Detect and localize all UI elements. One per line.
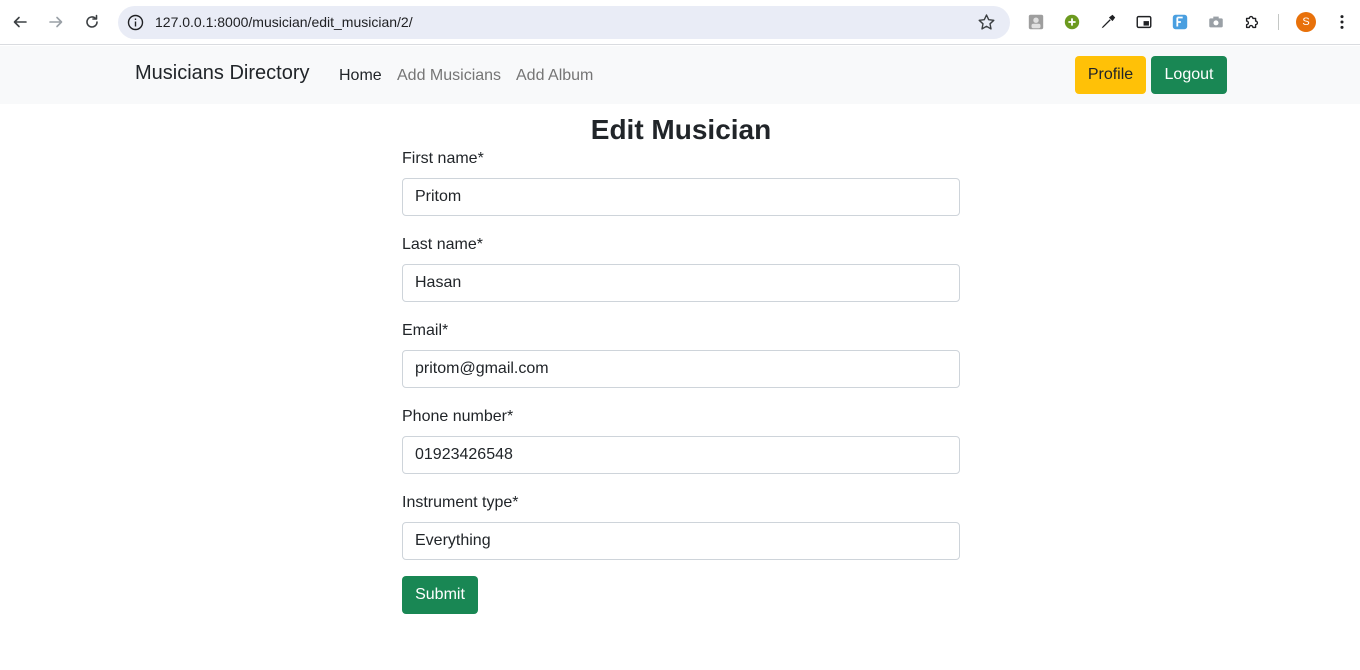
- submit-button[interactable]: Submit: [402, 576, 478, 614]
- extension-avatar-icon[interactable]: [1026, 12, 1046, 32]
- menu-kebab-icon[interactable]: [1332, 12, 1352, 32]
- forward-icon[interactable]: [44, 10, 68, 34]
- first-name-label: First name*: [402, 150, 484, 167]
- first-name-input[interactable]: [402, 178, 960, 216]
- bookmark-star-icon[interactable]: [977, 13, 996, 32]
- extension-f-icon[interactable]: [1170, 12, 1190, 32]
- url-text: 127.0.0.1:8000/musician/edit_musician/2/: [155, 14, 413, 30]
- app-navbar: Musicians Directory Home Add Musicians A…: [0, 46, 1360, 104]
- reload-icon[interactable]: [80, 10, 104, 34]
- profile-button[interactable]: Profile: [1075, 56, 1146, 94]
- logout-button[interactable]: Logout: [1151, 56, 1227, 94]
- eyedropper-icon[interactable]: [1098, 12, 1118, 32]
- email-input[interactable]: [402, 350, 960, 388]
- nav-link-add-musicians[interactable]: Add Musicians: [397, 67, 501, 85]
- picture-in-picture-icon[interactable]: [1134, 12, 1154, 32]
- instrument-type-label: Instrument type*: [402, 494, 519, 511]
- extensions-puzzle-icon[interactable]: [1242, 12, 1262, 32]
- toolbar-separator: [1278, 14, 1279, 30]
- camera-icon[interactable]: [1206, 12, 1226, 32]
- profile-avatar[interactable]: S: [1296, 12, 1316, 32]
- site-info-icon[interactable]: [127, 14, 144, 31]
- phone-number-label: Phone number*: [402, 408, 514, 425]
- address-bar[interactable]: 127.0.0.1:8000/musician/edit_musician/2/: [118, 6, 1010, 39]
- nav-link-add-album[interactable]: Add Album: [516, 67, 593, 85]
- email-label: Email*: [402, 322, 449, 339]
- brand-title[interactable]: Musicians Directory: [135, 62, 309, 85]
- browser-toolbar: 127.0.0.1:8000/musician/edit_musician/2/…: [0, 0, 1360, 45]
- back-icon[interactable]: [8, 10, 32, 34]
- nav-link-home[interactable]: Home: [339, 67, 382, 85]
- extension-plus-icon[interactable]: [1062, 12, 1082, 32]
- phone-number-input[interactable]: [402, 436, 960, 474]
- last-name-label: Last name*: [402, 236, 483, 253]
- instrument-type-input[interactable]: [402, 522, 960, 560]
- last-name-input[interactable]: [402, 264, 960, 302]
- page-title: Edit Musician: [590, 114, 772, 145]
